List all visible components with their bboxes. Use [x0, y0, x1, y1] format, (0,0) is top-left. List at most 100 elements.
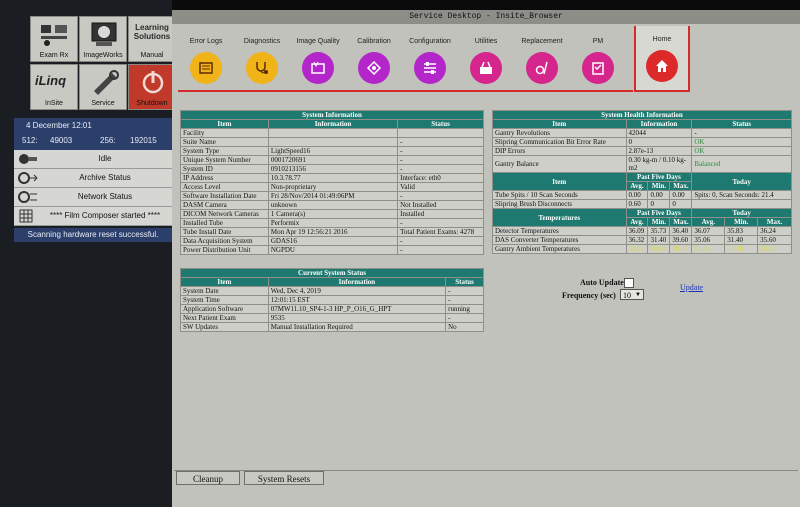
status-row-archive[interactable]: Archive Status: [14, 169, 172, 188]
cell: Unique System Number: [180, 155, 269, 165]
imageworks-label: ImageWorks: [83, 52, 123, 59]
table-row: Next Patient Exam 9535-: [180, 313, 484, 323]
cleanup-button[interactable]: Cleanup: [176, 471, 240, 485]
exam-rx-button[interactable]: Exam Rx: [30, 16, 78, 62]
cell: Tube Spits / 10 Scan Seconds: [492, 190, 627, 200]
col-header: Max.: [757, 217, 792, 227]
imageworks-button[interactable]: ImageWorks: [79, 16, 127, 62]
power-icon: [142, 71, 164, 94]
col-header: Avg.: [625, 217, 649, 227]
cell: [267, 137, 399, 147]
col-header: Today: [691, 172, 792, 191]
update-link[interactable]: Update: [680, 283, 703, 292]
status-ok: OK: [691, 146, 792, 156]
table-row: Slipring Brush Disconnects 0.60 0 0: [492, 199, 792, 209]
cell: 0: [625, 137, 693, 147]
cell: DASM Camera: [180, 200, 269, 210]
table-row: System Date Wed, Dec 4, 2019-: [180, 286, 484, 296]
status-row-network[interactable]: Network Status: [14, 188, 172, 207]
cell: 0001720691: [267, 155, 399, 165]
cell: DICOM Network Cameras: [180, 209, 269, 219]
archive-disk-icon: [18, 172, 38, 184]
cell: NGPDU: [267, 245, 399, 255]
col-header: Status: [691, 119, 792, 129]
cell: 12:01:15 EST: [267, 295, 447, 305]
utilities-icon: [480, 61, 492, 74]
status-idle-text: Idle: [98, 154, 112, 163]
col-header: Max.: [669, 217, 693, 227]
table-row: Gantry Ambient Temperatures 32.22 30.64 38.…: [492, 244, 792, 254]
cell: 36.32: [625, 235, 649, 245]
col-header: Item: [492, 172, 627, 191]
col-header: Min.: [647, 181, 671, 191]
cell: Spits: 0, Scan Seconds: 21.4: [691, 190, 792, 200]
system-resets-button[interactable]: System Resets: [244, 471, 324, 485]
table-row: Tube Spits / 10 Scan Seconds 0.00 0.00 0…: [492, 190, 792, 200]
error-logs-icon: [199, 62, 213, 74]
col-header: Today: [691, 208, 792, 218]
status-row-idle[interactable]: Idle: [14, 150, 172, 169]
table-row: Access Level Non-proprietary Valid: [180, 182, 484, 192]
cell: Software Installation Date: [180, 191, 269, 201]
service-button[interactable]: Service: [79, 64, 127, 110]
tab-calibration[interactable]: Calibration: [346, 26, 402, 92]
manual-button[interactable]: Learning Solutions Manual: [128, 16, 176, 62]
tab-pm[interactable]: PM: [570, 26, 626, 92]
service-desktop-window: Service Desktop - Insite_Browser Error L…: [172, 10, 800, 507]
cell: -: [445, 295, 484, 305]
tab-configuration[interactable]: Configuration: [402, 26, 458, 92]
col-header: Min.: [724, 217, 759, 227]
col-header: Item: [180, 119, 269, 129]
cell: System ID: [180, 164, 269, 174]
cell: 39.60: [669, 235, 693, 245]
cell: Slipring Communication Bit Error Rate: [492, 137, 627, 147]
table-row: Gantry Revolutions 42044 -: [492, 128, 792, 138]
cell: Gantry Revolutions: [492, 128, 627, 138]
home-icon: [656, 60, 668, 72]
insite-button[interactable]: iLinq InSite: [30, 64, 78, 110]
table-caption: System Health Information: [492, 110, 792, 120]
date-text: 4 December 12:01: [26, 121, 92, 130]
frequency-select[interactable]: 10 ▼: [620, 289, 644, 300]
cell: 07MW11.10_SP4-1-3 HP_P_O16_G_HPT: [267, 304, 447, 314]
configuration-icon: [424, 62, 436, 74]
cell: -: [397, 146, 484, 156]
tab-utilities[interactable]: Utilities: [458, 26, 514, 92]
shutdown-button[interactable]: Shutdown: [128, 64, 176, 110]
tab-label: Utilities: [474, 38, 498, 45]
auto-update-checkbox[interactable]: [624, 278, 634, 288]
exam-rx-icon: [41, 25, 67, 46]
frequency-value: 10: [623, 291, 631, 300]
tab-image-quality[interactable]: Image Quality: [290, 26, 346, 92]
cell: 0.30 kg-m / 0.10 kg-m2: [625, 155, 693, 173]
cell: GDAS16: [267, 236, 399, 246]
system-health-table: System Health Information Item Informati…: [492, 110, 792, 254]
cell: No: [445, 322, 484, 332]
table-row: DICOM Network Cameras 1 Camera(s) Installe…: [180, 209, 484, 219]
cell: Access Level: [180, 182, 269, 192]
table-row: Data Acquisition System GDAS16-: [180, 236, 484, 246]
cell: -: [397, 236, 484, 246]
network-status-text: Network Status: [77, 192, 133, 201]
table-row: Facility: [180, 128, 484, 138]
tab-error-logs[interactable]: Error Logs: [178, 26, 234, 92]
stat-256-key: 256:: [100, 136, 116, 145]
tab-diagnostics[interactable]: Diagnostics: [234, 26, 290, 92]
cell: 2.87e-13: [625, 146, 693, 156]
cell: Total Patient Exams: 4278: [397, 227, 484, 237]
col-header: Past Five Days: [625, 172, 693, 182]
tab-underline: [178, 90, 633, 92]
cell: System Type: [180, 146, 269, 156]
cell: 32.22: [625, 244, 649, 254]
ilinq-logo: iLinq: [35, 73, 67, 88]
col-header: Item: [492, 119, 627, 129]
cell: Installed: [397, 209, 484, 219]
table-row: Tube Install Date Mon Apr 19 12:56:21 201…: [180, 227, 484, 237]
table-row: System Time 12:01:15 EST -: [180, 295, 484, 305]
status-row-film[interactable]: **** Film Composer started ****: [14, 207, 172, 226]
tab-home[interactable]: Home: [634, 26, 690, 92]
cell: 31.40: [724, 235, 759, 245]
cell: 0.00: [647, 190, 671, 200]
imageworks-icon: [91, 22, 117, 46]
tab-replacement[interactable]: Replacement: [514, 26, 570, 92]
